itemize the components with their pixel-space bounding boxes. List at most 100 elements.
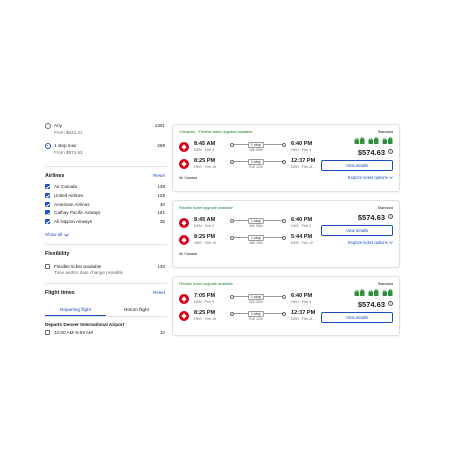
stops-any-radio[interactable]	[45, 123, 51, 129]
time-slot-filter[interactable]: 12:00 AM–5:59 AM 10	[45, 329, 167, 340]
flight-times-reset-link[interactable]: Reset	[153, 290, 165, 295]
return-leg: 8:25 PM HKG · Feb 10 1 stop 21h 12m 12:3…	[179, 310, 319, 326]
arrival-info: HKG · Feb 5	[291, 300, 312, 304]
bag-icon	[382, 137, 393, 145]
airline-checkbox[interactable]	[45, 219, 50, 225]
info-icon[interactable]: ?	[388, 301, 393, 306]
arrival-time: 5:44 PM	[291, 234, 313, 240]
explore-label: Explore ticket options	[348, 240, 388, 245]
stops-option-1-stop[interactable]: 1 stop max From $574.63 288	[45, 142, 167, 162]
bag-icon	[368, 289, 379, 297]
flight-times-tabs: Departing flight Return flight	[45, 303, 167, 317]
airlines-show-all-link[interactable]: Show all	[45, 230, 167, 240]
airline-label: All Nippon Airways	[54, 219, 93, 225]
stops-option-count: 288	[157, 143, 165, 148]
departure-info: DEN · Feb 3	[194, 300, 214, 304]
duration: 21h 12m	[249, 317, 263, 321]
price: $574.63	[357, 300, 385, 309]
airline-checkbox[interactable]	[45, 201, 50, 207]
price: $574.63	[357, 148, 385, 157]
filters-sidebar: Any From $541.41 1301 1 stop max From $5…	[45, 122, 167, 340]
baggage-icons	[354, 289, 393, 297]
airline-label: Air Canada	[54, 184, 77, 189]
view-details-button[interactable]: View details	[321, 225, 393, 236]
departure-info: HKG · Feb 10	[194, 317, 217, 321]
flight-times-title: Flight times	[45, 289, 75, 296]
airline-checkbox[interactable]	[45, 192, 50, 198]
time-slot-checkbox[interactable]	[45, 329, 50, 335]
airlines-title: Airlines	[45, 173, 65, 179]
arrival-time: 6:40 PM	[291, 141, 313, 147]
flexible-ticket-count: 130	[157, 263, 165, 269]
tab-departing-flight[interactable]: Departing flight	[45, 303, 106, 316]
airline-count: 181	[157, 210, 165, 216]
maple-leaf-icon	[179, 235, 189, 245]
arrival-time: 12:37 PM	[291, 158, 316, 164]
flight-times-section-header: Flight times Reset	[45, 290, 167, 300]
departure-info: HKG · Feb 10	[194, 165, 217, 169]
arrival-info: DEN · Feb 12	[291, 241, 313, 245]
airline-label: United Airlines	[54, 192, 84, 198]
explore-ticket-options-link[interactable]: Explore ticket options	[348, 175, 393, 180]
flight-result-card[interactable]: Cheapest Flexible ticket upgrade availab…	[172, 124, 400, 192]
maple-leaf-icon	[179, 142, 189, 152]
maple-leaf-icon	[179, 159, 189, 169]
flexibility-section-header: Flexibility	[45, 251, 167, 261]
info-icon[interactable]: ?	[388, 214, 393, 219]
arrival-time: 6:40 PM	[291, 293, 313, 299]
divider	[45, 243, 167, 245]
bag-icon	[368, 137, 379, 145]
maple-leaf-icon	[179, 294, 189, 304]
airline-checkbox[interactable]	[45, 210, 50, 216]
duration: 18h 55m	[249, 148, 263, 152]
divider	[45, 166, 167, 167]
card-tags: Flexible ticket upgrade available	[179, 206, 233, 210]
departs-heading: Departs Denver International Airport	[45, 321, 125, 327]
price-area: $574.63 ? View details Explore ticket op…	[315, 137, 393, 187]
stops-option-count: 1301	[154, 123, 165, 128]
cheapest-tag: Cheapest	[179, 130, 196, 134]
airline-name: Air Canada	[179, 176, 197, 180]
airline-count: 138	[157, 184, 165, 189]
flight-result-card[interactable]: Flexible ticket upgrade available Standa…	[172, 276, 400, 336]
arrival-time: 12:37 PM	[291, 310, 316, 316]
airline-filter-cathay[interactable]: Cathay Pacific Airways 181	[45, 209, 167, 218]
stops-1-stop-radio[interactable]	[45, 143, 51, 149]
airline-filter-united[interactable]: United Airlines 129	[45, 192, 167, 201]
airline-filter-air-canada[interactable]: Air Canada 138	[45, 183, 167, 192]
explore-ticket-options-link[interactable]: Explore ticket options	[348, 240, 393, 245]
airline-count: 40	[159, 201, 165, 207]
airlines-reset-link[interactable]: Reset	[153, 173, 165, 178]
airline-count: 129	[157, 192, 165, 198]
flexible-ticket-filter[interactable]: Flexible ticket available Time and/or da…	[45, 263, 167, 279]
fare-type: Standard	[377, 130, 393, 134]
stops-option-any[interactable]: Any From $541.41 1301	[45, 122, 167, 142]
price-area: $574.63 ? View details	[315, 289, 393, 333]
view-details-button[interactable]: View details	[321, 160, 393, 171]
card-tags: Flexible ticket upgrade available	[179, 282, 233, 286]
airlines-section-header: Airlines Reset	[45, 173, 167, 183]
arrival-info: DEN · Feb 11	[291, 165, 313, 169]
airline-checkbox[interactable]	[45, 184, 50, 189]
info-icon[interactable]: ?	[388, 149, 393, 154]
flexible-upgrade-tag: Flexible ticket upgrade available	[179, 206, 234, 210]
flexible-ticket-sub: Time and/or date change possible	[54, 269, 124, 275]
flexible-ticket-label: Flexible ticket available	[54, 263, 102, 269]
view-details-button[interactable]: View details	[321, 312, 393, 323]
duration: 21h 12m	[249, 165, 263, 169]
stops-option-label: Any	[54, 123, 62, 128]
flexible-ticket-checkbox[interactable]	[45, 263, 50, 269]
price: $574.63	[357, 213, 385, 222]
outbound-leg: 8:45 AM DEN · Feb 3 1 stop 18h 55m 6:40 …	[179, 141, 319, 157]
bag-icon	[354, 137, 365, 145]
departure-time: 8:25 PM	[194, 310, 216, 316]
airline-filter-ana[interactable]: All Nippon Airways 35	[45, 218, 167, 227]
airline-label: Cathay Pacific Airways	[54, 210, 101, 216]
tab-return-flight[interactable]: Return flight	[106, 303, 167, 316]
flight-result-card[interactable]: Flexible ticket upgrade available Standa…	[172, 200, 400, 268]
airline-filter-american[interactable]: American Airlines 40	[45, 201, 167, 210]
departure-info: DEN · Feb 3	[194, 224, 214, 228]
airline-label: American Airlines	[54, 201, 90, 207]
departure-time: 8:25 PM	[194, 234, 216, 240]
airline-count: 35	[159, 219, 165, 225]
